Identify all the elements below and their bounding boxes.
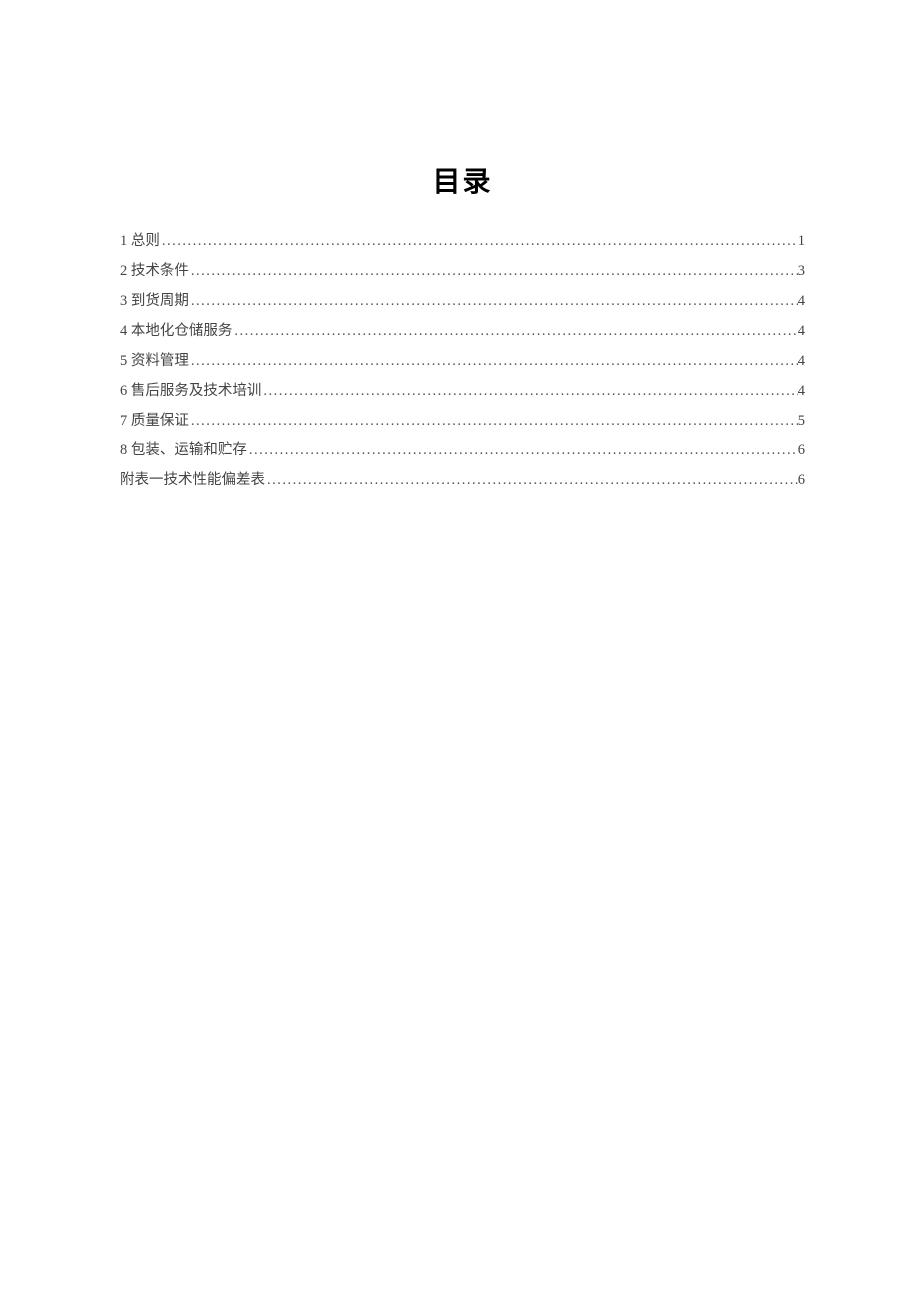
toc-dot-leader (247, 439, 798, 463)
toc-entry-page: 4 (798, 380, 805, 404)
toc-entries-container: 1 总则 1 2 技术条件 3 3 到货周期 4 4 本地化仓储服务 4 5 资… (120, 230, 805, 493)
toc-entry-label: 2 技术条件 (120, 260, 189, 284)
toc-entry-page: 6 (798, 439, 805, 463)
toc-dot-leader (232, 320, 797, 344)
toc-entry-page: 3 (798, 260, 805, 284)
toc-entry-label: 7 质量保证 (120, 410, 189, 434)
toc-entry-page: 1 (798, 230, 805, 254)
toc-dot-leader (265, 469, 798, 493)
toc-entry: 6 售后服务及技术培训 4 (120, 380, 805, 404)
toc-entry-page: 5 (798, 410, 805, 434)
toc-dot-leader (189, 410, 798, 434)
toc-dot-leader (189, 350, 798, 374)
toc-entry: 1 总则 1 (120, 230, 805, 254)
toc-entry-page: 4 (798, 350, 805, 374)
toc-entry-label: 8 包装、运输和贮存 (120, 439, 247, 463)
toc-entry: 8 包装、运输和贮存 6 (120, 439, 805, 463)
toc-entry: 7 质量保证 5 (120, 410, 805, 434)
toc-entry-page: 4 (798, 320, 805, 344)
toc-entry: 3 到货周期 4 (120, 290, 805, 314)
toc-dot-leader (261, 380, 797, 404)
toc-entry: 4 本地化仓储服务 4 (120, 320, 805, 344)
toc-entry: 2 技术条件 3 (120, 260, 805, 284)
toc-entry: 附表一技术性能偏差表 6 (120, 469, 805, 493)
toc-entry-label: 3 到货周期 (120, 290, 189, 314)
toc-entry-label: 5 资料管理 (120, 350, 189, 374)
toc-dot-leader (189, 260, 798, 284)
toc-entry-page: 4 (798, 290, 805, 314)
toc-dot-leader (160, 230, 798, 254)
toc-entry-label: 4 本地化仓储服务 (120, 320, 232, 344)
toc-dot-leader (189, 290, 798, 314)
toc-entry-label: 6 售后服务及技术培训 (120, 380, 261, 404)
toc-entry-page: 6 (798, 469, 805, 493)
toc-entry-label: 附表一技术性能偏差表 (120, 469, 265, 493)
toc-entry: 5 资料管理 4 (120, 350, 805, 374)
toc-entry-label: 1 总则 (120, 230, 160, 254)
toc-title: 目录 (120, 160, 805, 200)
